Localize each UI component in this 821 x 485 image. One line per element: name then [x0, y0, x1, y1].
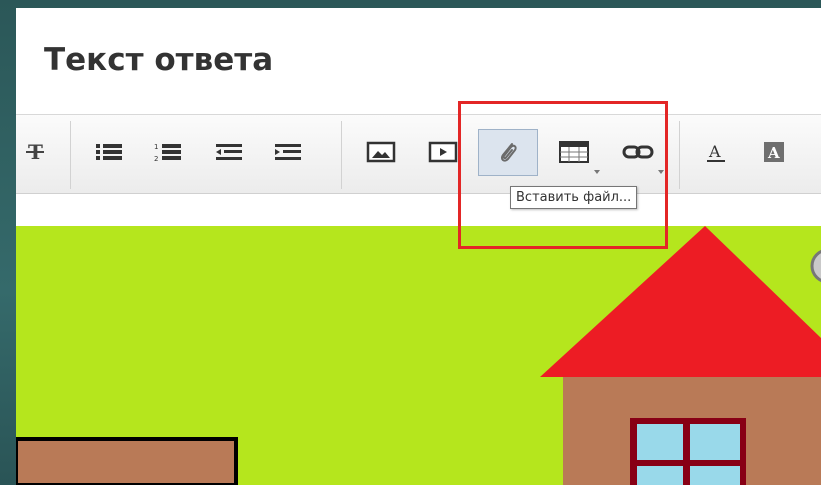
text-color-button[interactable]: A — [696, 133, 736, 171]
insert-video-button[interactable] — [423, 133, 463, 171]
page-title: Текст ответа — [44, 42, 274, 78]
svg-text:A: A — [708, 142, 721, 161]
answer-drawing-canvas — [16, 226, 821, 485]
answer-editor-panel: Текст ответа T 1 2 A A Вставить файл... — [16, 8, 821, 485]
numbered-list-button[interactable]: 1 2 — [148, 133, 188, 171]
toolbar-separator — [70, 121, 71, 189]
highlight-frame — [458, 101, 668, 249]
svg-text:1: 1 — [154, 143, 158, 151]
background-color-button[interactable]: A — [754, 133, 794, 171]
strikethrough-icon: T — [26, 140, 44, 164]
indent-icon — [275, 144, 301, 160]
bulleted-list-button[interactable] — [89, 133, 129, 171]
image-icon — [366, 141, 396, 163]
window-pane — [637, 424, 683, 460]
outdent-icon — [216, 144, 242, 160]
svg-text:A: A — [767, 144, 780, 162]
strikethrough-button[interactable]: T — [16, 133, 56, 171]
left-house-wall — [16, 437, 238, 485]
outdent-button[interactable] — [209, 133, 249, 171]
toolbar-separator — [341, 121, 342, 189]
window-pane — [690, 424, 740, 460]
window-pane — [637, 466, 683, 485]
text-color-icon: A — [707, 142, 725, 162]
indent-button[interactable] — [268, 133, 308, 171]
background-color-icon: A — [764, 142, 784, 162]
toolbar-separator — [679, 121, 680, 189]
bulleted-list-icon — [96, 144, 122, 160]
editor-toolbar: T 1 2 A A — [16, 114, 821, 194]
tooltip: Вставить файл... — [510, 186, 638, 209]
video-icon — [428, 141, 458, 163]
numbered-list-icon: 1 2 — [154, 143, 181, 163]
window-pane — [690, 466, 740, 485]
insert-image-button[interactable] — [361, 133, 401, 171]
svg-text:2: 2 — [154, 155, 158, 163]
